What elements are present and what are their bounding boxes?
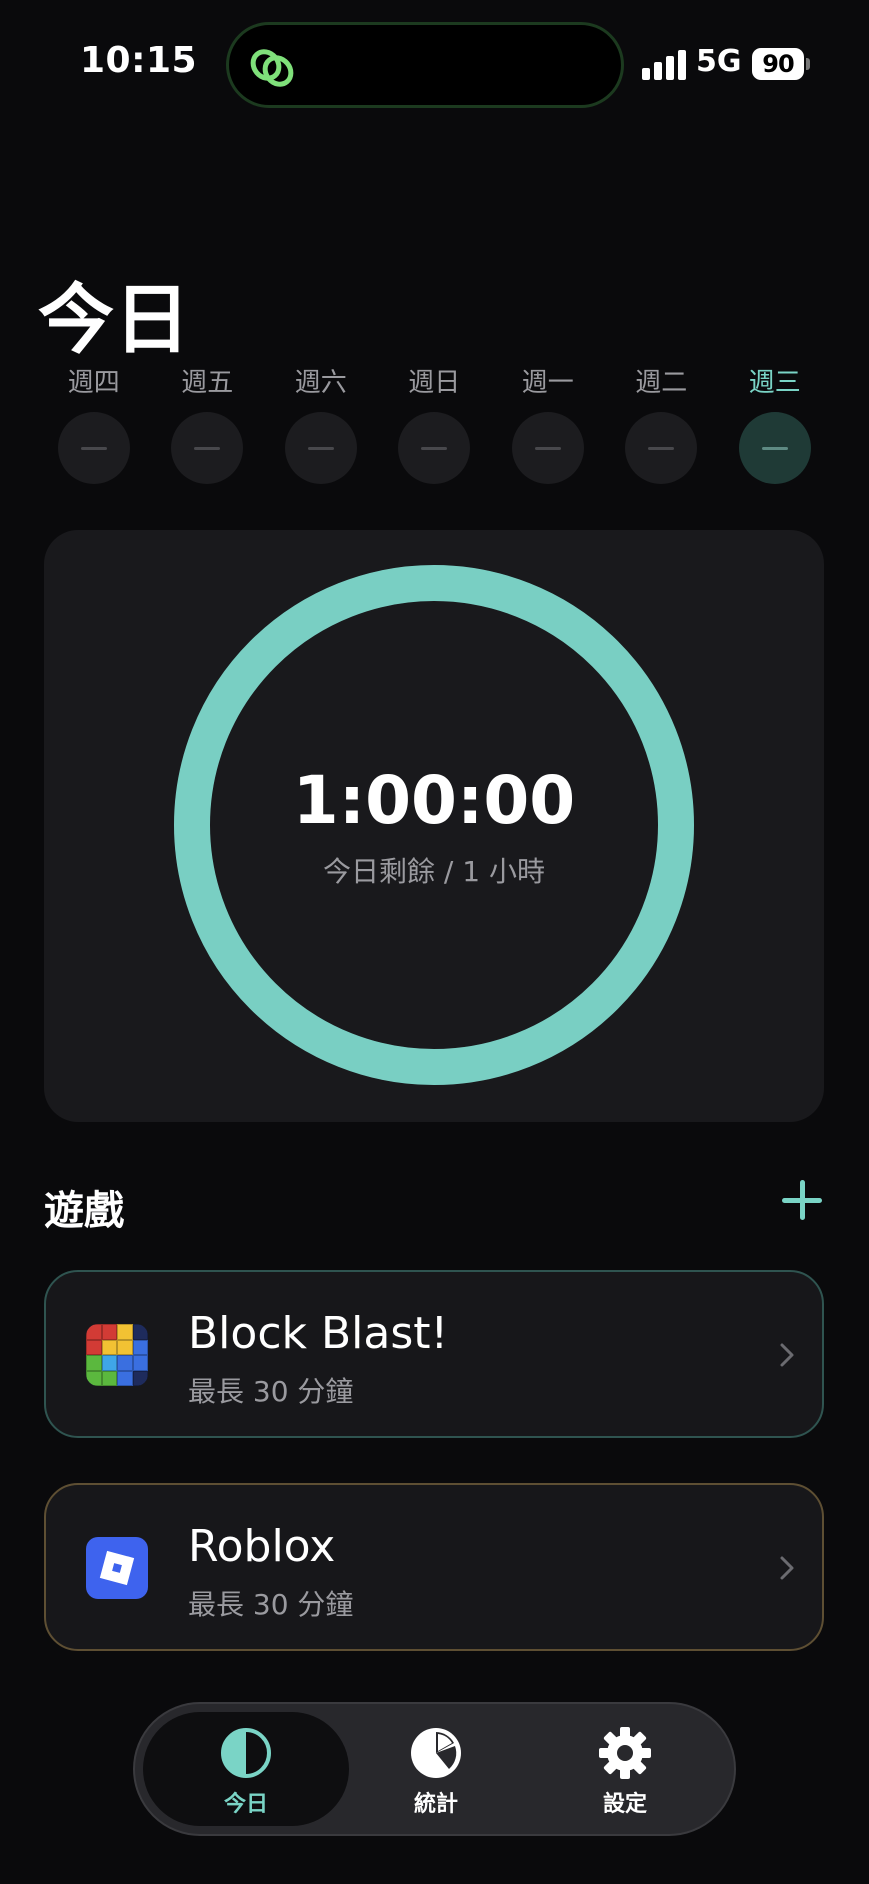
day-usage-indicator <box>171 412 244 484</box>
timer-card: 1:00:00 今日剩餘 / 1 小時 <box>44 530 824 1122</box>
timer-subtitle: 今日剩餘 / 1 小時 <box>323 855 545 888</box>
day-item-today[interactable]: 週三 <box>718 362 832 484</box>
pie-chart-icon <box>411 1728 461 1778</box>
block-blast-icon <box>86 1324 148 1386</box>
day-usage-indicator <box>284 412 357 484</box>
gear-icon <box>599 1727 651 1779</box>
tab-label: 設定 <box>602 1792 647 1817</box>
page-title: 今日 <box>38 275 190 364</box>
day-item[interactable]: 週五 <box>151 362 265 484</box>
day-usage-indicator <box>511 412 584 484</box>
dash-icon <box>534 446 561 450</box>
add-game-button[interactable] <box>780 1178 824 1222</box>
dash-icon <box>307 446 334 450</box>
game-name: Roblox <box>188 1521 336 1572</box>
timer-value: 1:00:00 <box>292 762 576 839</box>
dash-icon <box>648 446 675 450</box>
status-time: 10:15 <box>80 40 198 81</box>
battery-level: 90 <box>762 50 794 78</box>
tab-today[interactable]: 今日 <box>171 1726 321 1818</box>
day-item[interactable]: 週四 <box>37 362 151 484</box>
game-limit: 最長 30 分鐘 <box>188 1375 354 1408</box>
game-name: Block Blast! <box>188 1308 449 1359</box>
chevron-right-icon <box>780 1556 794 1580</box>
day-usage-indicator <box>738 412 811 484</box>
dash-icon <box>421 446 448 450</box>
day-usage-indicator <box>57 412 130 484</box>
tab-bar: 今日 統計 設定 <box>133 1702 736 1836</box>
week-selector: 週四 週五 週六 週日 週一 週二 週三 <box>37 362 837 484</box>
dynamic-island[interactable] <box>226 22 624 108</box>
roblox-icon <box>86 1537 148 1599</box>
day-item[interactable]: 週二 <box>605 362 719 484</box>
day-label: 週四 <box>67 368 120 398</box>
day-label: 週三 <box>748 368 801 398</box>
game-card-block-blast[interactable]: Block Blast! 最長 30 分鐘 <box>44 1270 824 1438</box>
tab-label: 統計 <box>413 1792 458 1817</box>
dash-icon <box>761 446 788 450</box>
day-usage-indicator <box>625 412 698 484</box>
tab-settings[interactable]: 設定 <box>550 1726 700 1818</box>
games-section-title: 遊戲 <box>44 1188 124 1234</box>
game-limit: 最長 30 分鐘 <box>188 1588 354 1621</box>
day-label: 週六 <box>294 368 347 398</box>
signal-icon <box>642 50 688 80</box>
link-app-icon <box>250 49 294 87</box>
battery-icon: 90 <box>752 48 804 80</box>
day-label: 週五 <box>181 368 234 398</box>
day-item[interactable]: 週一 <box>491 362 605 484</box>
day-item[interactable]: 週六 <box>264 362 378 484</box>
dash-icon <box>80 446 107 450</box>
game-card-roblox[interactable]: Roblox 最長 30 分鐘 <box>44 1483 824 1651</box>
battery-tip <box>806 58 810 70</box>
day-label: 週日 <box>408 368 461 398</box>
chevron-right-icon <box>780 1343 794 1367</box>
tab-label: 今日 <box>223 1792 268 1817</box>
dash-icon <box>194 446 221 450</box>
half-circle-icon <box>221 1728 271 1778</box>
tab-statistics[interactable]: 統計 <box>361 1726 511 1818</box>
day-usage-indicator <box>398 412 471 484</box>
network-type: 5G <box>696 44 742 79</box>
day-label: 週一 <box>521 368 574 398</box>
day-item[interactable]: 週日 <box>378 362 492 484</box>
day-label: 週二 <box>635 368 688 398</box>
